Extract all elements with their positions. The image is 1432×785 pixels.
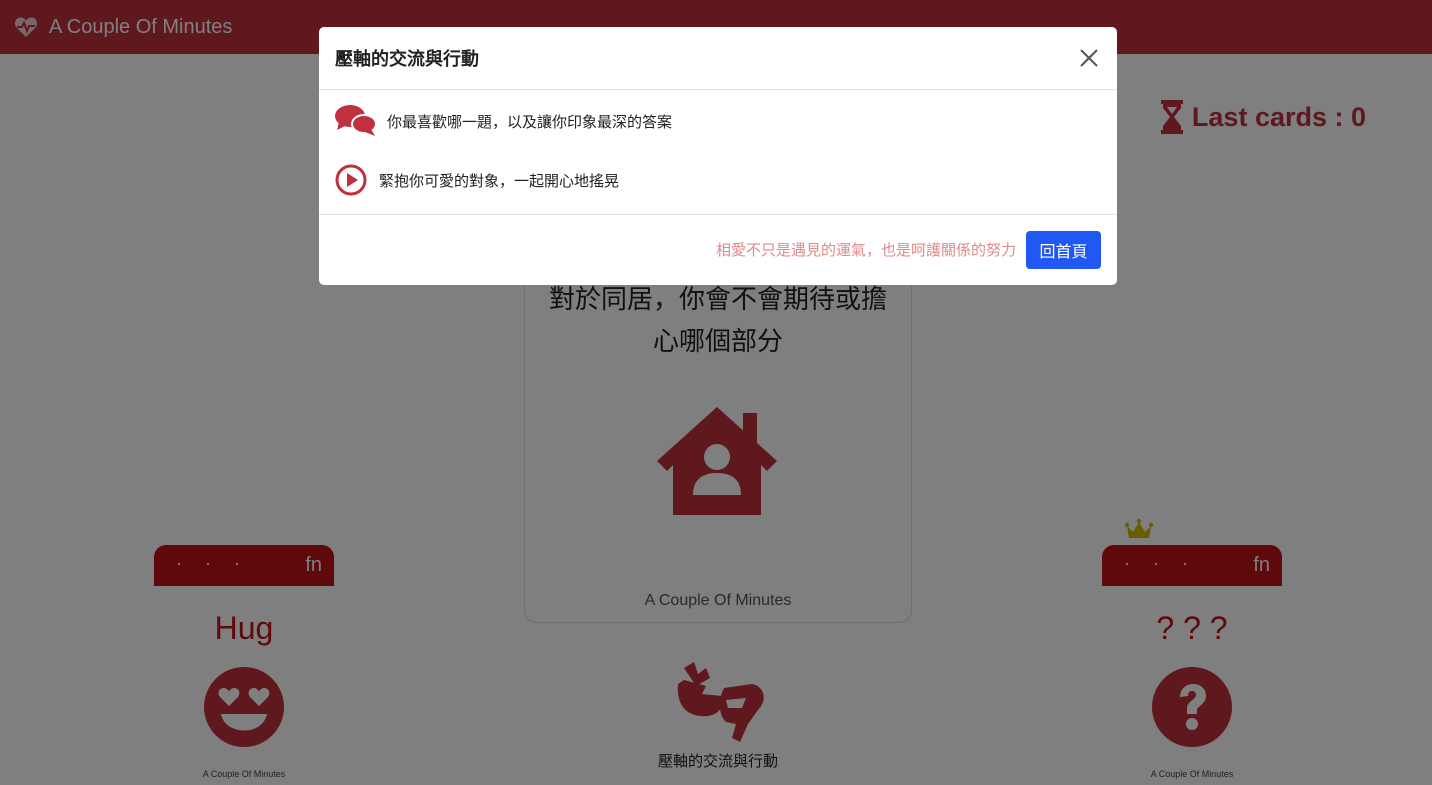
modal-header: 壓軸的交流與行動 <box>319 27 1117 90</box>
home-button[interactable]: 回首頁 <box>1026 230 1101 269</box>
modal-title: 壓軸的交流與行動 <box>335 49 479 70</box>
modal-item-text: 你最喜歡哪一題，以及讓你印象最深的答案 <box>387 112 673 131</box>
list-item: 緊抱你可愛的對象，一起開心地搖晃 <box>335 164 619 196</box>
close-icon[interactable] <box>1077 46 1101 70</box>
modal-footer: 相愛不只是遇見的運氣，也是呵護關係的努力 回首頁 <box>319 215 1117 284</box>
modal-dialog: 壓軸的交流與行動 你最喜歡哪一題，以及讓你印象最深的答案 緊抱你可愛的對象，一起… <box>319 27 1117 285</box>
modal-body: 你最喜歡哪一題，以及讓你印象最深的答案 緊抱你可愛的對象，一起開心地搖晃 <box>319 90 1117 215</box>
play-circle-icon <box>335 164 367 196</box>
comments-icon <box>335 104 377 138</box>
modal-item-text: 緊抱你可愛的對象，一起開心地搖晃 <box>379 171 620 190</box>
list-item: 你最喜歡哪一題，以及讓你印象最深的答案 <box>335 104 672 138</box>
footer-note: 相愛不只是遇見的運氣，也是呵護關係的努力 <box>715 241 1016 259</box>
